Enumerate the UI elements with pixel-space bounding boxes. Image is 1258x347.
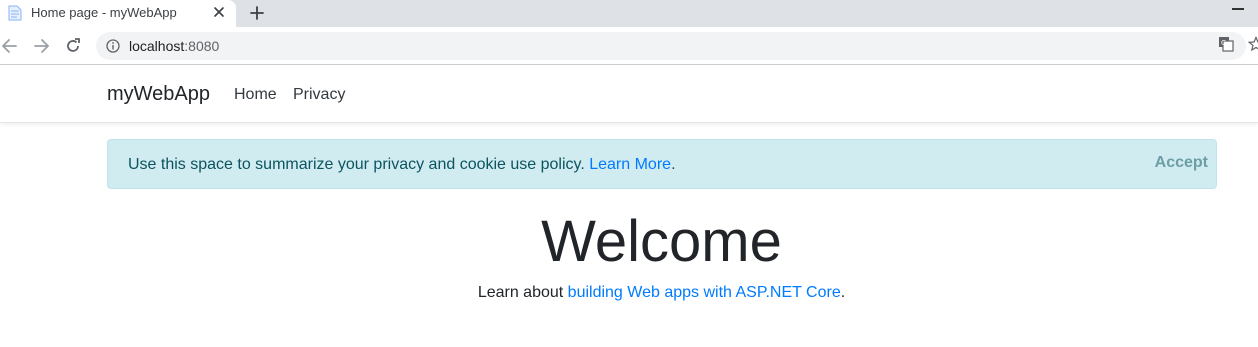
translate-icon[interactable]: G	[1218, 36, 1234, 52]
page-icon	[8, 5, 22, 21]
tab-strip: Home page - myWebApp	[0, 0, 1258, 27]
url-host: localhost	[129, 38, 185, 54]
aspnet-core-link[interactable]: building Web apps with ASP.NET Core	[568, 284, 841, 301]
learn-suffix: .	[840, 284, 846, 301]
cookie-message: Use this space to summarize your privacy…	[128, 156, 676, 174]
close-icon[interactable]	[211, 4, 227, 20]
learn-more-link[interactable]: Learn More	[589, 156, 671, 173]
bookmark-star-icon[interactable]	[1248, 36, 1258, 52]
minimize-icon[interactable]	[1232, 8, 1244, 10]
accept-button[interactable]: Accept	[1155, 154, 1208, 172]
back-icon[interactable]	[0, 36, 20, 56]
forward-icon[interactable]	[31, 36, 51, 56]
address-bar[interactable]: localhost:8080	[96, 32, 1246, 60]
cookie-message-text: Use this space to summarize your privacy…	[128, 156, 590, 173]
svg-text:G: G	[1221, 39, 1226, 47]
site-navbar: myWebApp Home Privacy	[0, 66, 1258, 123]
browser-tab[interactable]: Home page - myWebApp	[0, 0, 236, 27]
url-port: :8080	[184, 38, 220, 54]
nav-link-home[interactable]: Home	[234, 86, 277, 104]
welcome-heading: Welcome	[541, 209, 782, 274]
info-icon[interactable]	[106, 39, 120, 53]
learn-prefix: Learn about	[477, 284, 568, 301]
reload-icon[interactable]	[63, 36, 83, 56]
tab-title: Home page - myWebApp	[31, 5, 177, 20]
nav-link-privacy[interactable]: Privacy	[293, 86, 345, 104]
browser-toolbar: localhost:8080	[0, 27, 1258, 65]
learn-about-text: Learn about building Web apps with ASP.N…	[0, 284, 1258, 302]
cookie-consent-alert: Use this space to summarize your privacy…	[107, 139, 1217, 189]
cookie-message-end: .	[671, 156, 676, 173]
url-text: localhost:8080	[129, 38, 219, 54]
site-brand[interactable]: myWebApp	[107, 83, 210, 106]
new-tab-icon[interactable]	[248, 4, 266, 22]
